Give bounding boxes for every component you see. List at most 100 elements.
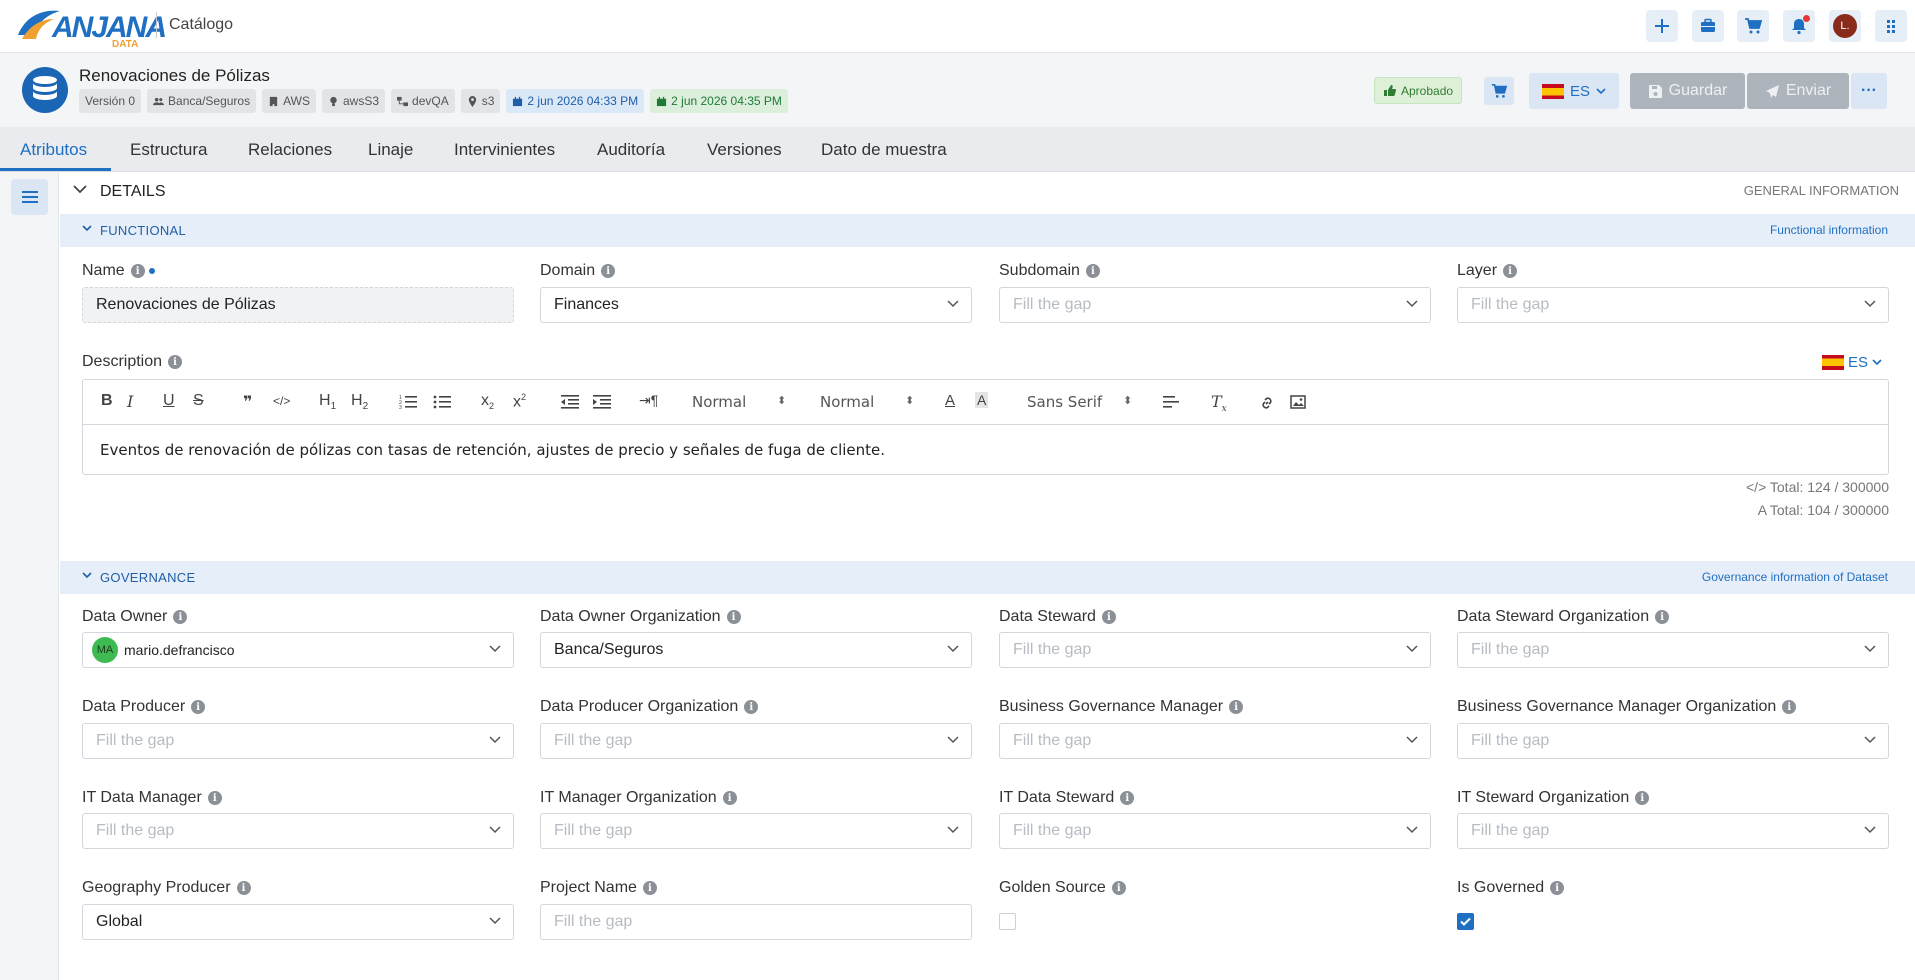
layer-select[interactable]: Fill the gap bbox=[1457, 287, 1889, 323]
info-icon[interactable]: i bbox=[168, 355, 183, 369]
background-color-icon[interactable]: A bbox=[975, 392, 989, 408]
info-icon[interactable]: i bbox=[130, 264, 145, 278]
italic-icon[interactable]: I bbox=[127, 392, 133, 411]
environment-tag[interactable]: devQA bbox=[391, 89, 455, 113]
business-governance-manager-organization-select[interactable]: Fill the gap bbox=[1457, 723, 1889, 759]
project-name-input[interactable]: Fill the gap bbox=[540, 904, 972, 940]
info-icon[interactable]: i bbox=[1111, 881, 1126, 895]
superscript-icon[interactable]: x2 bbox=[513, 392, 526, 411]
name-field[interactable]: Renovaciones de Pólizas bbox=[82, 287, 514, 323]
add-to-cart-button[interactable] bbox=[1484, 77, 1514, 105]
tab-auditoria[interactable]: Auditoría bbox=[597, 140, 665, 160]
info-icon[interactable]: i bbox=[1503, 264, 1518, 278]
bold-icon[interactable]: B bbox=[101, 392, 113, 410]
domain-label: Domain i bbox=[540, 262, 616, 280]
info-icon[interactable]: i bbox=[1085, 264, 1100, 278]
info-icon[interactable]: i bbox=[1655, 610, 1670, 624]
clear-format-icon[interactable]: Tx bbox=[1211, 392, 1227, 414]
is-governed-checkbox[interactable] bbox=[1457, 913, 1474, 930]
font-select[interactable]: Sans Serif bbox=[1027, 393, 1102, 411]
organization-tag[interactable]: Banca/Seguros bbox=[147, 89, 257, 113]
user-menu-button[interactable]: L. bbox=[1829, 10, 1861, 42]
tab-versiones[interactable]: Versiones bbox=[707, 140, 782, 160]
save-button[interactable]: Guardar bbox=[1630, 73, 1745, 109]
geography-producer-select[interactable]: Global bbox=[82, 904, 514, 940]
description-language-selector[interactable]: ES bbox=[1822, 354, 1882, 371]
tab-estructura[interactable]: Estructura bbox=[130, 140, 207, 160]
description-editor[interactable]: B I U S ❞ </> H1 H2 123 x2 x2 ⇥¶ Normal … bbox=[82, 379, 1889, 475]
tab-relaciones[interactable]: Relaciones bbox=[248, 140, 332, 160]
data-owner-select[interactable]: MA mario.defrancisco bbox=[82, 632, 514, 668]
add-button[interactable] bbox=[1646, 10, 1678, 42]
it-steward-organization-select[interactable]: Fill the gap bbox=[1457, 813, 1889, 849]
text-direction-icon[interactable]: ⇥¶ bbox=[639, 392, 658, 409]
ordered-list-icon[interactable]: 123 bbox=[399, 395, 417, 409]
tab-atributos[interactable]: Atributos bbox=[20, 140, 87, 160]
it-data-steward-select[interactable]: Fill the gap bbox=[999, 813, 1431, 849]
image-icon[interactable] bbox=[1290, 395, 1306, 409]
info-icon[interactable]: i bbox=[601, 264, 616, 278]
it-data-manager-select[interactable]: Fill the gap bbox=[82, 813, 514, 849]
data-producer-organization-select[interactable]: Fill the gap bbox=[540, 723, 972, 759]
governance-section-header[interactable]: GOVERNANCE Governance information of Dat… bbox=[60, 561, 1915, 594]
info-icon[interactable]: i bbox=[1229, 700, 1244, 714]
platform-tag[interactable]: AWS bbox=[262, 89, 316, 113]
underline-icon[interactable]: U bbox=[163, 392, 175, 410]
send-button[interactable]: Enviar bbox=[1747, 73, 1849, 109]
briefcase-button[interactable] bbox=[1692, 10, 1724, 42]
info-icon[interactable]: i bbox=[1101, 610, 1116, 624]
blockquote-icon[interactable]: ❞ bbox=[243, 392, 252, 412]
bullet-list-icon[interactable] bbox=[433, 395, 451, 409]
subscript-icon[interactable]: x2 bbox=[481, 392, 494, 411]
text-color-icon[interactable]: A bbox=[945, 392, 955, 409]
technology-tag[interactable]: awsS3 bbox=[322, 89, 386, 113]
info-icon[interactable]: i bbox=[236, 881, 251, 895]
info-icon[interactable]: i bbox=[207, 791, 222, 805]
outdent-icon[interactable] bbox=[561, 395, 579, 409]
functional-section-header[interactable]: FUNCTIONAL Functional information bbox=[60, 214, 1915, 247]
tab-intervinientes[interactable]: Intervinientes bbox=[454, 140, 555, 160]
heading2-icon[interactable]: H2 bbox=[351, 392, 368, 412]
info-icon[interactable]: i bbox=[744, 700, 759, 714]
cart-button[interactable] bbox=[1737, 10, 1769, 42]
notifications-button[interactable] bbox=[1783, 10, 1815, 42]
toggle-menu-button[interactable] bbox=[11, 179, 48, 215]
data-steward-select[interactable]: Fill the gap bbox=[999, 632, 1431, 668]
apps-button[interactable] bbox=[1875, 10, 1907, 42]
it-manager-organization-select[interactable]: Fill the gap bbox=[540, 813, 972, 849]
language-selector[interactable]: ES bbox=[1529, 73, 1619, 109]
more-options-button[interactable]: ··· bbox=[1851, 73, 1887, 109]
info-icon[interactable]: i bbox=[173, 610, 188, 624]
info-icon[interactable]: i bbox=[1635, 791, 1650, 805]
size-select[interactable]: Normal bbox=[820, 393, 874, 411]
info-icon[interactable]: i bbox=[722, 791, 737, 805]
details-header[interactable]: DETAILS GENERAL INFORMATION bbox=[60, 172, 1915, 214]
domain-select[interactable]: Finances bbox=[540, 287, 972, 323]
tab-dato-de-muestra[interactable]: Dato de muestra bbox=[821, 140, 947, 160]
indent-icon[interactable] bbox=[593, 395, 611, 409]
label-text: Name bbox=[82, 262, 125, 279]
subdomain-select[interactable]: Fill the gap bbox=[999, 287, 1431, 323]
tab-linaje[interactable]: Linaje bbox=[368, 140, 413, 160]
heading1-icon[interactable]: H1 bbox=[319, 392, 336, 412]
data-steward-organization-select[interactable]: Fill the gap bbox=[1457, 632, 1889, 668]
info-icon[interactable]: i bbox=[1120, 791, 1135, 805]
info-icon[interactable]: i bbox=[1782, 700, 1797, 714]
info-icon[interactable]: i bbox=[642, 881, 657, 895]
bulb-icon bbox=[330, 96, 337, 106]
data-producer-select[interactable]: Fill the gap bbox=[82, 723, 514, 759]
data-owner-organization-select[interactable]: Banca/Seguros bbox=[540, 632, 972, 668]
align-left-icon[interactable] bbox=[1163, 395, 1179, 409]
info-icon[interactable]: i bbox=[1550, 881, 1565, 895]
location-tag[interactable]: s3 bbox=[460, 89, 501, 113]
code-icon[interactable]: </> bbox=[273, 394, 290, 408]
golden-source-checkbox[interactable] bbox=[999, 913, 1016, 930]
info-icon[interactable]: i bbox=[191, 700, 206, 714]
anjana-logo[interactable]: ANJANA DATA bbox=[16, 5, 167, 50]
info-icon[interactable]: i bbox=[726, 610, 741, 624]
header-select[interactable]: Normal bbox=[692, 393, 746, 411]
strikethrough-icon[interactable]: S bbox=[193, 392, 204, 410]
text-counter: A Total: 104 / 300000 bbox=[1758, 502, 1889, 518]
business-governance-manager-select[interactable]: Fill the gap bbox=[999, 723, 1431, 759]
link-icon[interactable] bbox=[1259, 395, 1275, 411]
